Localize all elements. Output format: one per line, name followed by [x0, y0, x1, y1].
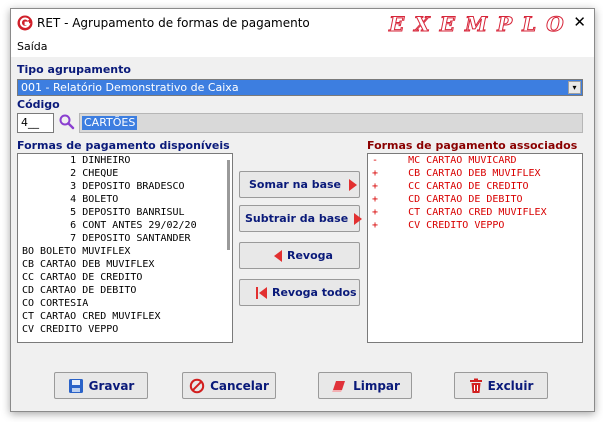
search-icon[interactable]: [58, 113, 76, 131]
list-item[interactable]: 2 CHEQUE: [18, 167, 232, 180]
codigo-description-field: CARTÕES: [79, 113, 583, 133]
tipo-agrupamento-label: Tipo agrupamento: [17, 63, 131, 76]
app-logo-icon: [17, 15, 33, 31]
trash-icon: [469, 378, 482, 393]
list-item[interactable]: 4 BOLETO: [18, 193, 232, 206]
menu-saida[interactable]: Saída: [17, 40, 48, 53]
revoga-todos-label: Revoga todos: [272, 286, 357, 299]
subtrair-label: Subtrair da base: [245, 212, 349, 225]
codigo-label: Código: [17, 98, 60, 111]
revoga-label: Revoga: [287, 249, 333, 262]
somar-button[interactable]: Somar na base: [239, 171, 360, 198]
cancel-icon: [189, 378, 205, 393]
list-item[interactable]: + CT CARTAO CRED MUVIFLEX: [368, 206, 582, 219]
revoga-todos-button[interactable]: Revoga todos: [239, 279, 360, 306]
available-label: Formas de pagamento disponíveis: [17, 139, 230, 152]
codigo-input[interactable]: 4__: [17, 113, 54, 133]
close-button[interactable]: ✕: [573, 15, 586, 30]
list-item[interactable]: + CB CARTAO DEB MUVIFLEX: [368, 167, 582, 180]
arrow-right-icon: [354, 212, 363, 225]
list-item[interactable]: + CC CARTAO DE CREDITO: [368, 180, 582, 193]
list-item[interactable]: CV CREDITO VEPPO: [18, 323, 232, 336]
list-item[interactable]: CT CARTAO CRED MUVIFLEX: [18, 310, 232, 323]
window-title: RET - Agrupamento de formas de pagamento: [37, 16, 310, 30]
example-watermark: EXEMPLO: [389, 12, 574, 37]
limpar-label: Limpar: [353, 378, 400, 393]
list-item[interactable]: + CD CARTAO DE DEBITO: [368, 193, 582, 206]
arrow-first-icon: [256, 286, 258, 299]
tipo-agrupamento-value: 001 - Relatório Demonstrativo de Caixa: [21, 81, 239, 94]
list-item[interactable]: CO CORTESIA: [18, 297, 232, 310]
list-item[interactable]: CC CARTAO DE CREDITO: [18, 271, 232, 284]
scrollbar-thumb[interactable]: [227, 160, 230, 250]
list-item[interactable]: 1 DINHEIRO: [18, 154, 232, 167]
arrow-left-icon: [274, 249, 282, 262]
excluir-label: Excluir: [487, 378, 534, 393]
cancelar-button[interactable]: Cancelar: [182, 372, 276, 399]
available-list[interactable]: 1 DINHEIRO 2 CHEQUE 3 DEPOSITO BRADESCO …: [17, 153, 233, 343]
limpar-button[interactable]: Limpar: [318, 372, 412, 399]
cancelar-label: Cancelar: [210, 378, 269, 393]
list-item[interactable]: CB CARTAO DEB MUVIFLEX: [18, 258, 232, 271]
revoga-button[interactable]: Revoga: [239, 242, 360, 269]
tipo-agrupamento-select[interactable]: 001 - Relatório Demonstrativo de Caixa ▾: [17, 79, 583, 96]
list-item[interactable]: CD CARTAO DE DEBITO: [18, 284, 232, 297]
dialog-window: RET - Agrupamento de formas de pagamento…: [10, 8, 595, 412]
floppy-disk-icon: [68, 378, 83, 393]
subtrair-button[interactable]: Subtrair da base: [239, 205, 363, 232]
associated-label: Formas de pagamento associados: [367, 139, 578, 152]
list-item[interactable]: 5 DEPOSITO BANRISUL: [18, 206, 232, 219]
list-item[interactable]: - MC CARTAO MUVICARD: [368, 154, 582, 167]
list-item[interactable]: BO BOLETO MUVIFLEX: [18, 245, 232, 258]
excluir-button[interactable]: Excluir: [454, 372, 548, 399]
gravar-label: Gravar: [88, 378, 135, 393]
eraser-icon: [332, 380, 346, 392]
dropdown-arrow-icon[interactable]: ▾: [568, 81, 581, 94]
list-item[interactable]: 7 DEPOSITO SANTANDER: [18, 232, 232, 245]
list-item[interactable]: 6 CONT ANTES 29/02/20: [18, 219, 232, 232]
title-bar: RET - Agrupamento de formas de pagamento…: [11, 9, 594, 37]
menu-bar: Saída: [11, 37, 594, 57]
arrow-right-icon: [349, 178, 358, 191]
arrow-left-icon: [259, 286, 267, 299]
associated-list[interactable]: - MC CARTAO MUVICARD + CB CARTAO DEB MUV…: [367, 153, 583, 343]
gravar-button[interactable]: Gravar: [54, 372, 148, 399]
codigo-description: CARTÕES: [82, 116, 138, 130]
list-item[interactable]: + CV CREDITO VEPPO: [368, 219, 582, 232]
somar-label: Somar na base: [249, 178, 342, 191]
list-item[interactable]: 3 DEPOSITO BRADESCO: [18, 180, 232, 193]
